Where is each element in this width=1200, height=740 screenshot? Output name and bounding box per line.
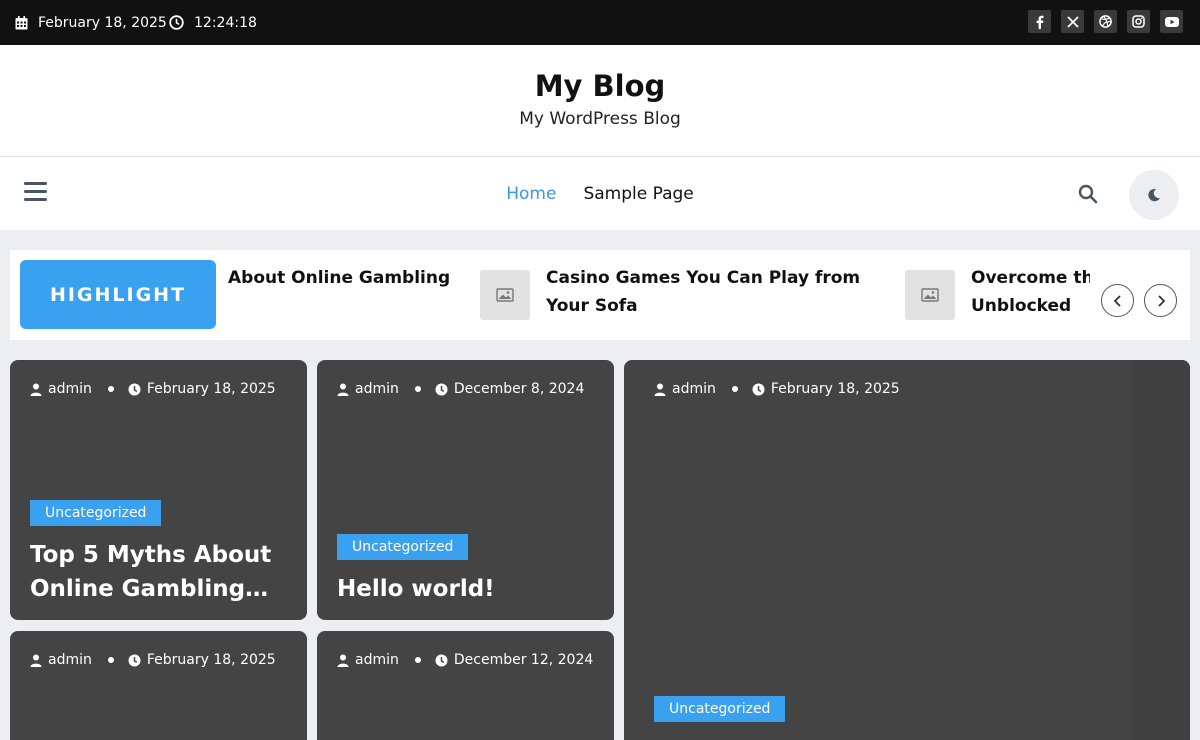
chevron-left-icon <box>1113 294 1121 307</box>
ticker-item[interactable]: Overcome the Gameplay Unblocked <box>905 264 1090 320</box>
social-links <box>1028 10 1183 33</box>
chevron-right-icon <box>1157 294 1165 307</box>
ticker-prev-button[interactable] <box>1101 284 1134 317</box>
post-meta: admin February 18, 2025 <box>30 381 276 397</box>
post-title[interactable]: Hello world! <box>337 572 594 606</box>
clock-icon <box>435 383 448 395</box>
post-author[interactable]: admin <box>672 381 716 397</box>
dark-mode-toggle[interactable] <box>1129 170 1179 220</box>
topbar-time-text: 12:24:18 <box>194 14 257 31</box>
clock-icon <box>128 383 141 395</box>
nav-item-sample-page[interactable]: Sample Page <box>583 184 693 204</box>
user-icon <box>337 654 349 667</box>
highlight-badge: HIGHLIGHT <box>20 260 216 329</box>
clock-icon <box>128 654 141 666</box>
dribbble-icon[interactable] <box>1094 10 1117 33</box>
post-card[interactable]: admin December 8, 2024 Uncategorized Hel… <box>317 360 614 620</box>
post-card[interactable]: admin February 18, 2025 Uncategorized To… <box>10 360 307 620</box>
calendar-icon <box>15 15 28 29</box>
post-date[interactable]: December 8, 2024 <box>454 381 584 397</box>
post-card[interactable]: admin February 18, 2025 <box>10 631 307 740</box>
post-author[interactable]: admin <box>355 652 399 668</box>
top-bar: February 18, 2025 12:24:18 <box>0 0 1200 45</box>
category-badge[interactable]: Uncategorized <box>30 500 162 526</box>
topbar-date: February 18, 2025 <box>15 0 167 45</box>
user-icon <box>337 383 349 396</box>
post-meta: admin February 18, 2025 <box>30 652 276 668</box>
ticker-next-button[interactable] <box>1144 284 1177 317</box>
post-meta: admin February 18, 2025 <box>654 381 900 397</box>
clock-icon <box>752 383 765 395</box>
ticker-item-title[interactable]: Casino Games You Can Play from Your Sofa <box>546 264 886 320</box>
post-date[interactable]: December 12, 2024 <box>454 652 593 668</box>
moon-icon <box>1148 188 1160 202</box>
ticker-item[interactable]: Casino Games You Can Play from Your Sofa <box>480 264 886 320</box>
category-badge[interactable]: Uncategorized <box>337 534 469 560</box>
ticker-track: About Online Gambling Casino Games You C… <box>228 250 1090 340</box>
ticker-item-title[interactable]: Overcome the Gameplay Unblocked <box>971 264 1090 320</box>
clock-icon <box>169 15 184 30</box>
ticker-item-title[interactable]: About Online Gambling <box>228 264 468 292</box>
site-title[interactable]: My Blog <box>0 69 1200 103</box>
user-icon <box>30 654 42 667</box>
image-placeholder-icon <box>905 270 955 320</box>
post-card[interactable]: admin December 12, 2024 <box>317 631 614 740</box>
user-icon <box>654 383 666 396</box>
post-meta: admin December 8, 2024 <box>337 381 584 397</box>
topbar-time: 12:24:18 <box>169 0 257 45</box>
ticker-item[interactable]: About Online Gambling <box>228 264 468 292</box>
image-placeholder-icon <box>480 270 530 320</box>
nav-menu: Home Sample Page <box>0 157 1200 230</box>
youtube-icon[interactable] <box>1160 10 1183 33</box>
user-icon <box>30 383 42 396</box>
highlight-ticker: HIGHLIGHT About Online Gambling Casino G… <box>10 250 1190 340</box>
facebook-icon[interactable] <box>1028 10 1051 33</box>
x-icon[interactable] <box>1061 10 1084 33</box>
post-card-featured[interactable]: admin February 18, 2025 Uncategorized <box>624 360 1190 740</box>
topbar-date-text: February 18, 2025 <box>38 14 167 31</box>
clock-icon <box>435 654 448 666</box>
post-author[interactable]: admin <box>48 381 92 397</box>
nav-item-home[interactable]: Home <box>506 184 556 204</box>
post-author[interactable]: admin <box>48 652 92 668</box>
site-tagline: My WordPress Blog <box>519 109 681 129</box>
post-author[interactable]: admin <box>355 381 399 397</box>
post-date[interactable]: February 18, 2025 <box>147 652 276 668</box>
instagram-icon[interactable] <box>1127 10 1150 33</box>
category-badge[interactable]: Uncategorized <box>654 696 786 722</box>
post-meta: admin December 12, 2024 <box>337 652 593 668</box>
site-header: My Blog My WordPress Blog <box>0 45 1200 157</box>
main-nav: Home Sample Page <box>0 157 1200 230</box>
search-icon[interactable] <box>1078 184 1098 208</box>
post-date[interactable]: February 18, 2025 <box>147 381 276 397</box>
post-title[interactable]: Top 5 Myths About Online Gambling… <box>30 538 287 606</box>
post-date[interactable]: February 18, 2025 <box>771 381 900 397</box>
